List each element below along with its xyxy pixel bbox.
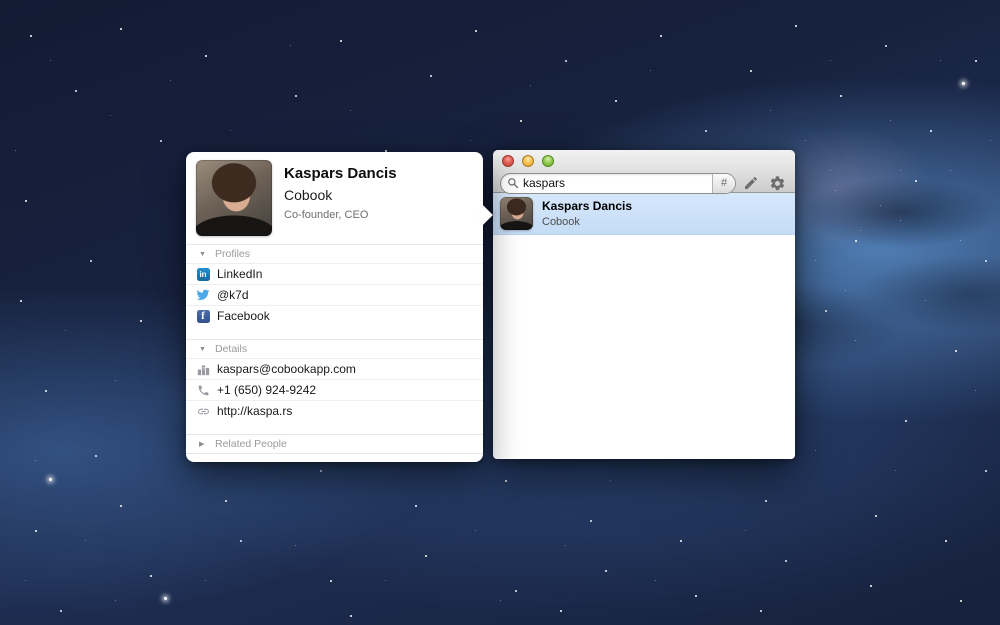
result-contact-company: Cobook — [542, 216, 632, 228]
profile-row-twitter[interactable]: @k7d — [186, 284, 483, 305]
profile-row-linkedin[interactable]: in LinkedIn — [186, 263, 483, 284]
gear-icon — [769, 175, 786, 192]
pencil-icon — [743, 175, 759, 191]
settings-button[interactable] — [766, 172, 788, 194]
divider — [186, 453, 483, 454]
related-people-label: Related People — [215, 438, 287, 450]
close-button[interactable] — [502, 155, 514, 167]
facebook-icon: f — [197, 310, 210, 323]
link-icon — [196, 404, 210, 418]
contact-photo — [196, 160, 272, 236]
detail-row-phone[interactable]: +1 (650) 924-9242 — [186, 379, 483, 400]
traffic-lights — [500, 154, 788, 168]
search-icon — [507, 177, 519, 189]
profile-label: @k7d — [217, 288, 249, 302]
section-header-related-people[interactable]: ▶ Related People — [186, 435, 483, 453]
linkedin-icon: in — [197, 268, 210, 281]
starfield-bright — [0, 0, 2, 2]
contact-company: Cobook — [284, 187, 397, 203]
contact-job-title: Co-founder, CEO — [284, 209, 397, 221]
profiles-section-label: Profiles — [215, 248, 250, 260]
compose-button[interactable] — [740, 172, 762, 194]
contact-name: Kaspars Dancis — [284, 165, 397, 182]
profile-label: Facebook — [217, 309, 270, 323]
glow-star — [962, 82, 965, 85]
details-section-label: Details — [215, 343, 247, 355]
profile-label: LinkedIn — [217, 267, 262, 281]
minimize-button[interactable] — [522, 155, 534, 167]
starfield-dim — [0, 0, 1, 1]
twitter-icon — [196, 288, 210, 302]
contact-results-list: Kaspars Dancis Cobook — [493, 193, 795, 458]
disclosure-triangle-icon: ▼ — [199, 251, 207, 258]
contact-header: Kaspars Dancis Cobook Co-founder, CEO — [186, 152, 483, 244]
related-people-section: ▶ Related People — [186, 434, 483, 454]
section-header-profiles[interactable]: ▼ Profiles — [186, 245, 483, 263]
starfield-pink — [0, 0, 1, 1]
contact-list-item-selected[interactable]: Kaspars Dancis Cobook — [493, 193, 795, 235]
window-toolbar: # — [493, 150, 795, 193]
cobook-main-window: # Kaspars Dancis Cobook — [493, 150, 795, 459]
detail-value-phone: +1 (650) 924-9242 — [217, 383, 316, 397]
tag-filter-button[interactable]: # — [712, 174, 735, 193]
zoom-button[interactable] — [542, 155, 554, 167]
detail-row-url[interactable]: http://kaspa.rs — [186, 400, 483, 421]
search-input[interactable] — [523, 176, 712, 190]
glow-star — [164, 597, 167, 600]
detail-value-email: kaspars@cobookapp.com — [217, 362, 356, 376]
detail-value-url: http://kaspa.rs — [217, 404, 292, 418]
disclosure-triangle-icon: ▶ — [199, 440, 207, 448]
disclosure-triangle-icon: ▼ — [199, 346, 207, 353]
details-section: ▼ Details kaspars@cobookapp.com +1 (650)… — [186, 339, 483, 421]
detail-row-email[interactable]: kaspars@cobookapp.com — [186, 358, 483, 379]
phone-icon — [196, 383, 210, 397]
contact-detail-popover: Kaspars Dancis Cobook Co-founder, CEO ▼ … — [186, 152, 483, 462]
glow-star — [49, 478, 52, 481]
profiles-section: ▼ Profiles in LinkedIn @k7d f Facebook — [186, 244, 483, 326]
result-contact-name: Kaspars Dancis — [542, 199, 632, 213]
contact-avatar — [500, 197, 533, 230]
company-icon — [196, 362, 210, 376]
profile-row-facebook[interactable]: f Facebook — [186, 305, 483, 326]
search-field[interactable]: # — [500, 173, 736, 194]
section-header-details[interactable]: ▼ Details — [186, 340, 483, 358]
